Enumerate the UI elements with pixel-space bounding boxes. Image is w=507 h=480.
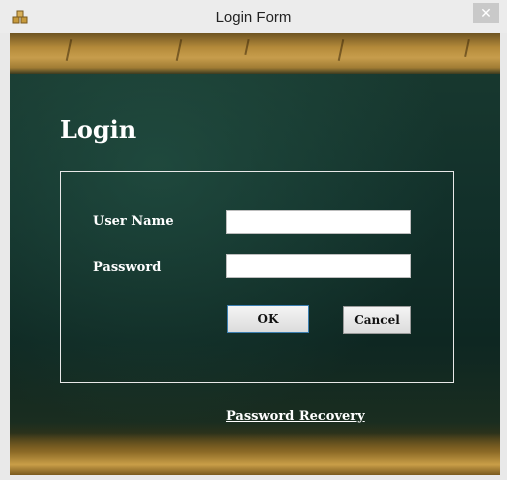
password-label: Password xyxy=(93,260,162,275)
wood-frame-top xyxy=(10,33,500,74)
password-recovery-link[interactable]: Password Recovery xyxy=(226,409,365,424)
wood-frame-bottom xyxy=(10,433,500,475)
ok-button[interactable]: OK xyxy=(227,305,309,333)
login-window: Login Form ✕ Login User Name Password OK… xyxy=(0,0,507,480)
login-heading: Login xyxy=(60,115,137,144)
username-label: User Name xyxy=(93,214,174,229)
window-title: Login Form xyxy=(215,9,292,26)
form-background: Login User Name Password OK Cancel Passw… xyxy=(10,33,500,475)
username-input[interactable] xyxy=(226,210,411,234)
password-input[interactable] xyxy=(226,254,411,278)
close-icon: ✕ xyxy=(480,5,492,21)
credentials-panel: User Name Password OK Cancel xyxy=(60,171,454,383)
close-button[interactable]: ✕ xyxy=(473,3,499,23)
cancel-button[interactable]: Cancel xyxy=(343,306,411,334)
title-bar[interactable]: Login Form ✕ xyxy=(0,0,507,33)
